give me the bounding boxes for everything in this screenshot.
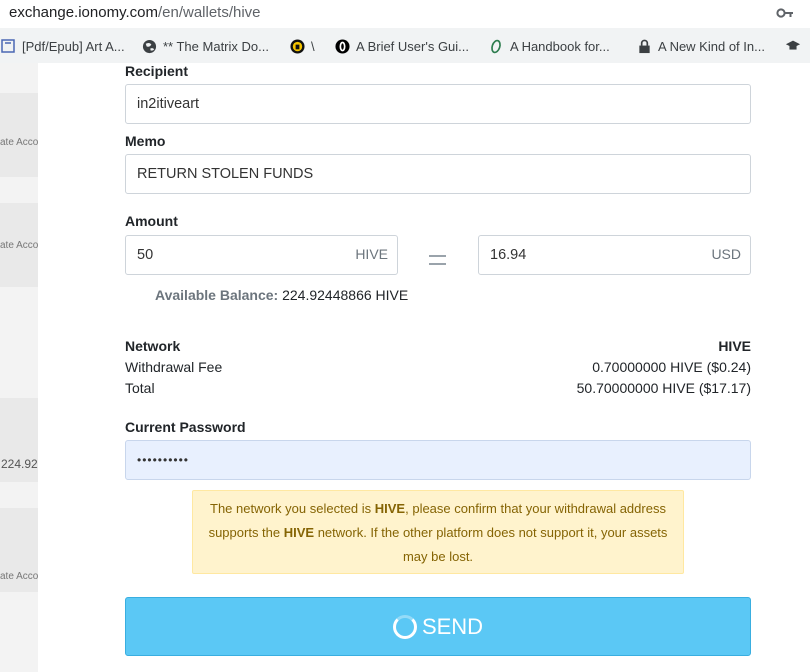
total-label: Total [125,380,155,396]
globe-icon [141,38,157,54]
usd-input[interactable]: 16.94 USD [478,235,751,275]
bookmark-item[interactable]: A Brief User's Gui... [334,37,469,55]
background-text: ate Acco [0,571,38,582]
total-row: Total 50.70000000 HIVE ($17.17) [125,380,751,396]
fee-value: 0.70000000 HIVE ($0.24) [592,359,751,375]
amount-currency: HIVE [355,246,388,262]
memo-input[interactable]: RETURN STOLEN FUNDS [125,154,751,194]
network-value: HIVE [718,338,751,354]
script-o-icon [488,38,504,54]
background-text: ate Acco [0,240,38,251]
network-warning: The network you selected is HIVE, please… [192,490,684,574]
o-logo-icon [334,38,350,54]
bookmark-item[interactable] [785,37,807,55]
background-text: ate Acco [0,137,38,148]
network-label: Network [125,338,181,354]
available-balance: Available Balance: 224.92448866 HIVE [155,287,408,303]
mascot-icon [289,38,305,54]
browser-url-bar[interactable]: exchange.ionomy.com/en/wallets/hive [0,0,810,29]
password-input[interactable]: •••••••••• [125,440,751,480]
bookmarks-bar: [Pdf/Epub] Art A... ** The Matrix Do... … [0,28,810,64]
bookmark-item[interactable]: [Pdf/Epub] Art A... [0,37,125,55]
send-button-label: SEND [421,613,484,639]
memo-label: Memo [125,133,166,149]
amount-input[interactable]: 50 HIVE [125,235,398,275]
warning-network: HIVE [283,525,315,540]
amount-label: Amount [125,213,178,229]
background-row [0,93,38,177]
recipient-label: Recipient [125,63,189,79]
available-balance-label: Available Balance: [155,287,279,303]
password-label: Current Password [125,419,246,435]
bookmark-item[interactable]: ** The Matrix Do... [141,37,269,55]
available-balance-value: 224.92448866 HIVE [282,287,409,303]
bookmark-item[interactable]: A Handbook for... [488,37,610,55]
loading-spinner-icon [392,614,417,639]
background-page: ate Acco ate Acco 224.92 ate Acco [0,63,38,672]
graduation-cap-icon [785,38,801,54]
send-button[interactable]: SEND [125,597,751,656]
network-row: Network HIVE [125,338,751,354]
book-icon [0,38,16,54]
url-text[interactable]: exchange.ionomy.com/en/wallets/hive [9,4,261,21]
fee-row: Withdrawal Fee 0.70000000 HIVE ($0.24) [125,359,751,375]
total-value: 50.70000000 HIVE ($17.17) [576,380,751,396]
usd-currency: USD [711,246,741,262]
bookmark-item[interactable]: \ [289,37,315,55]
warning-network: HIVE [374,501,406,516]
fee-label: Withdrawal Fee [125,359,223,375]
equals-sign [429,255,446,271]
bookmark-item[interactable]: A New Kind of In... [636,37,765,55]
key-icon[interactable] [776,6,794,20]
background-balance: 224.92 [1,457,38,471]
lock-icon [636,38,652,54]
recipient-input[interactable]: in2itiveart [125,84,751,124]
